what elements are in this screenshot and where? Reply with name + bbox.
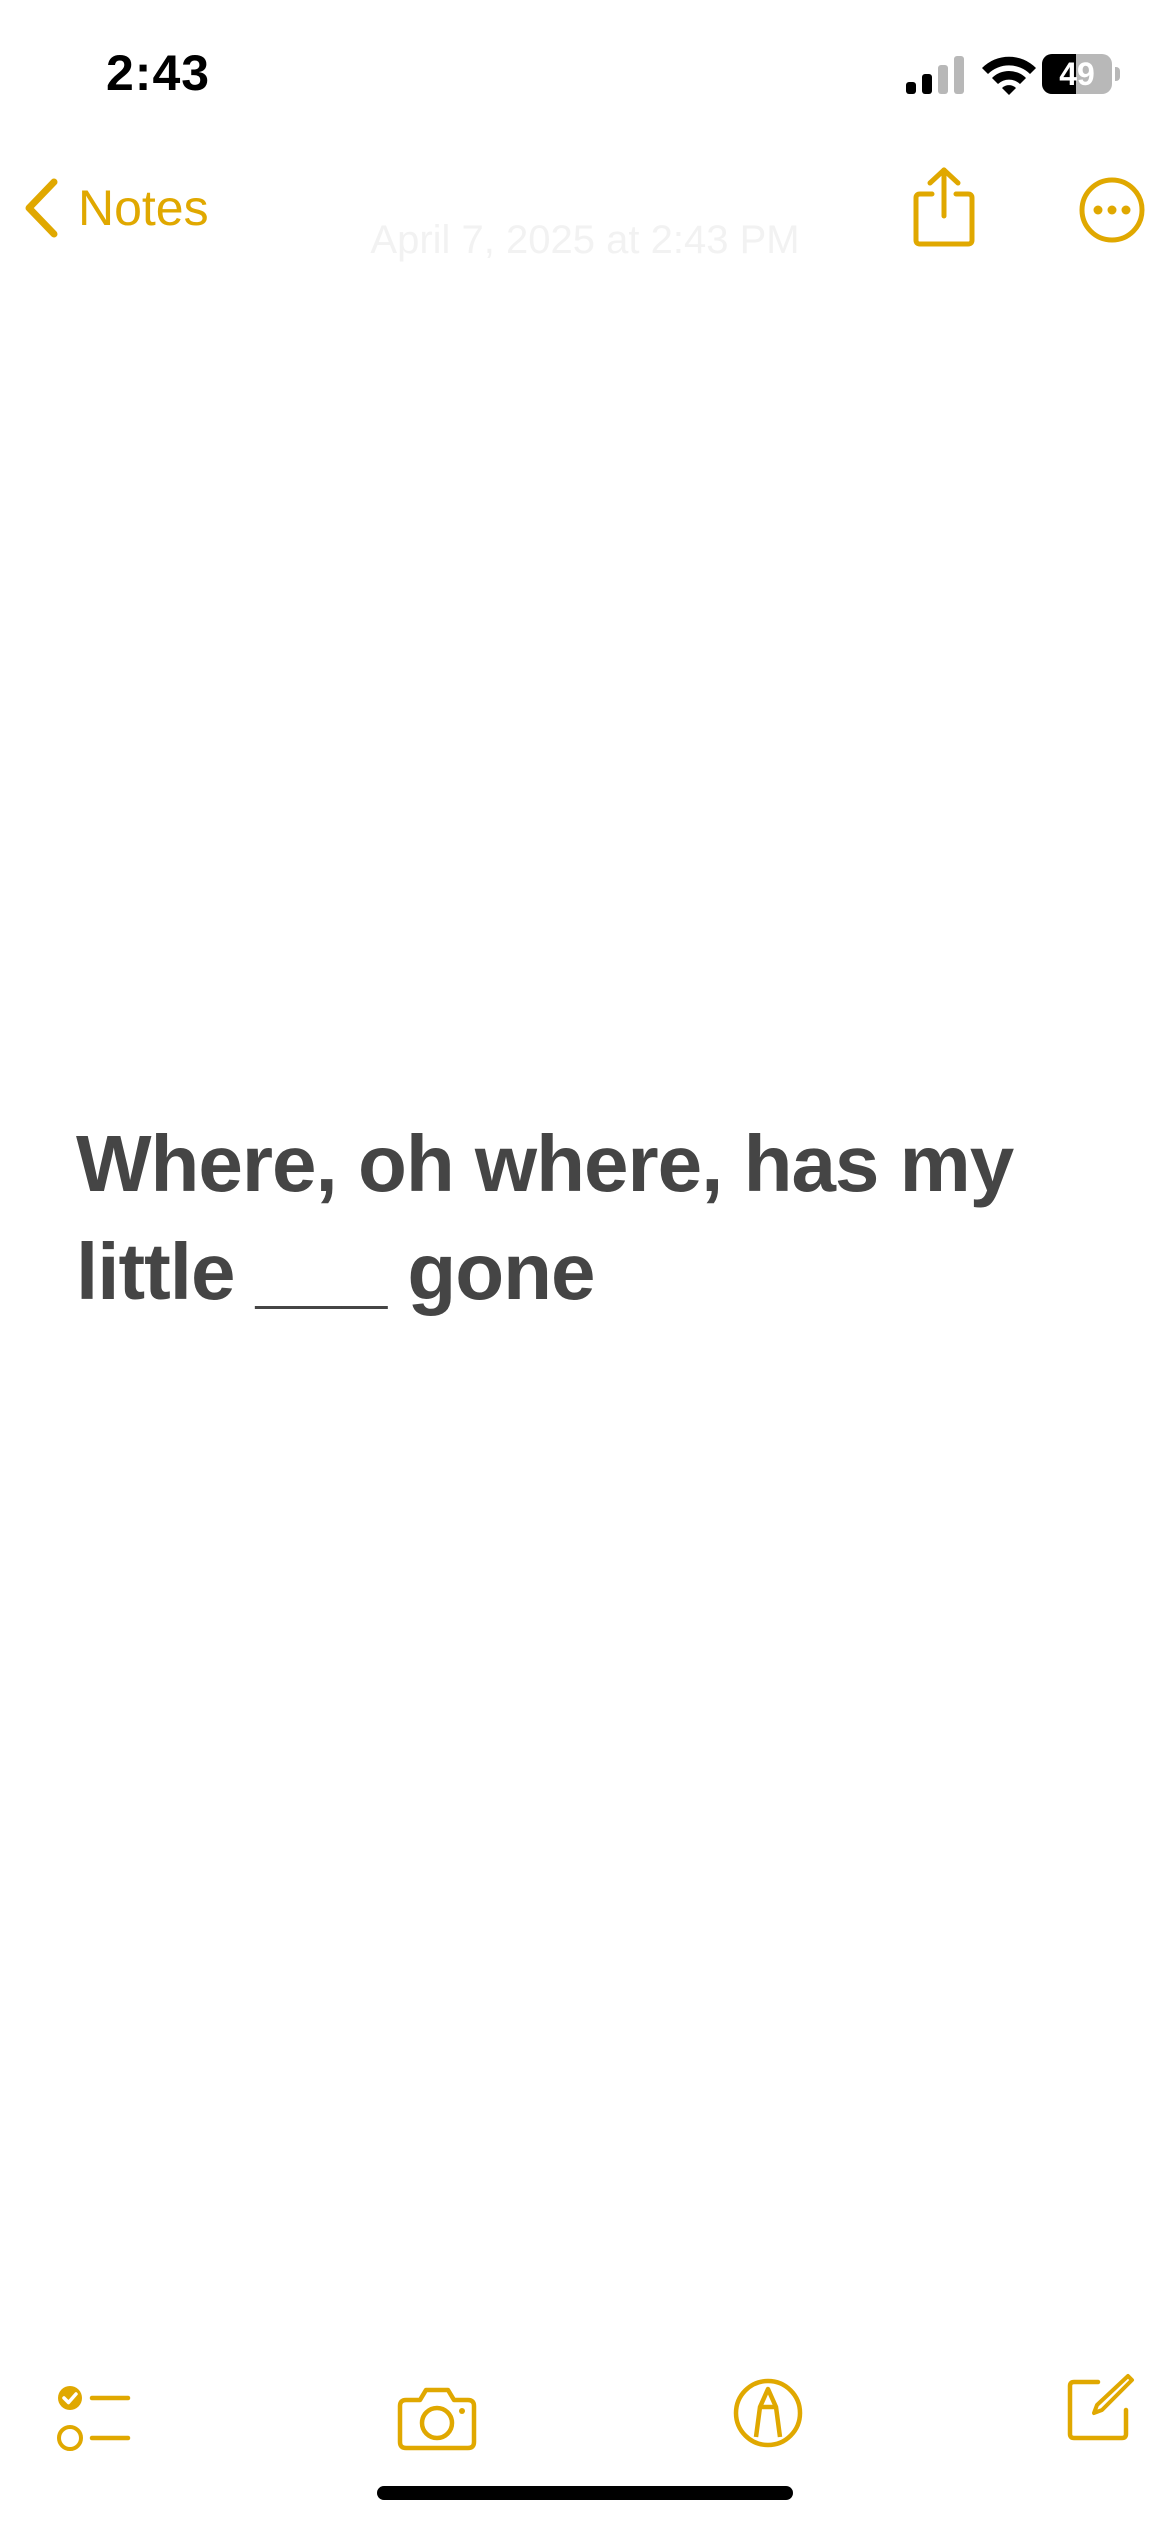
battery-level: 49 bbox=[1059, 56, 1095, 92]
markup-pen-icon bbox=[733, 2378, 803, 2448]
note-text[interactable]: Where, oh where, has my little ___ gone bbox=[76, 1110, 1096, 1326]
battery-body: 49 bbox=[1042, 54, 1112, 94]
battery-icon: 49 bbox=[1042, 54, 1120, 94]
cellular-signal-icon bbox=[906, 56, 964, 94]
compose-button[interactable] bbox=[1064, 2372, 1136, 2444]
status-bar: 2:43 49 bbox=[0, 0, 1170, 150]
compose-icon bbox=[1067, 2374, 1134, 2441]
battery-cap bbox=[1115, 67, 1120, 81]
share-button[interactable] bbox=[912, 166, 976, 248]
camera-icon bbox=[397, 2387, 477, 2451]
checklist-button[interactable] bbox=[56, 2384, 132, 2454]
status-time: 2:43 bbox=[106, 45, 211, 101]
markup-button[interactable] bbox=[732, 2377, 804, 2449]
home-indicator[interactable] bbox=[377, 2486, 793, 2500]
wifi-icon bbox=[982, 56, 1036, 95]
share-icon bbox=[913, 167, 975, 247]
checklist-icon bbox=[57, 2386, 131, 2451]
ellipsis-circle-icon bbox=[1079, 177, 1145, 243]
more-options-button[interactable] bbox=[1078, 176, 1146, 244]
note-timestamp: April 7, 2025 at 2:43 PM bbox=[370, 218, 800, 262]
camera-button[interactable] bbox=[396, 2386, 478, 2452]
